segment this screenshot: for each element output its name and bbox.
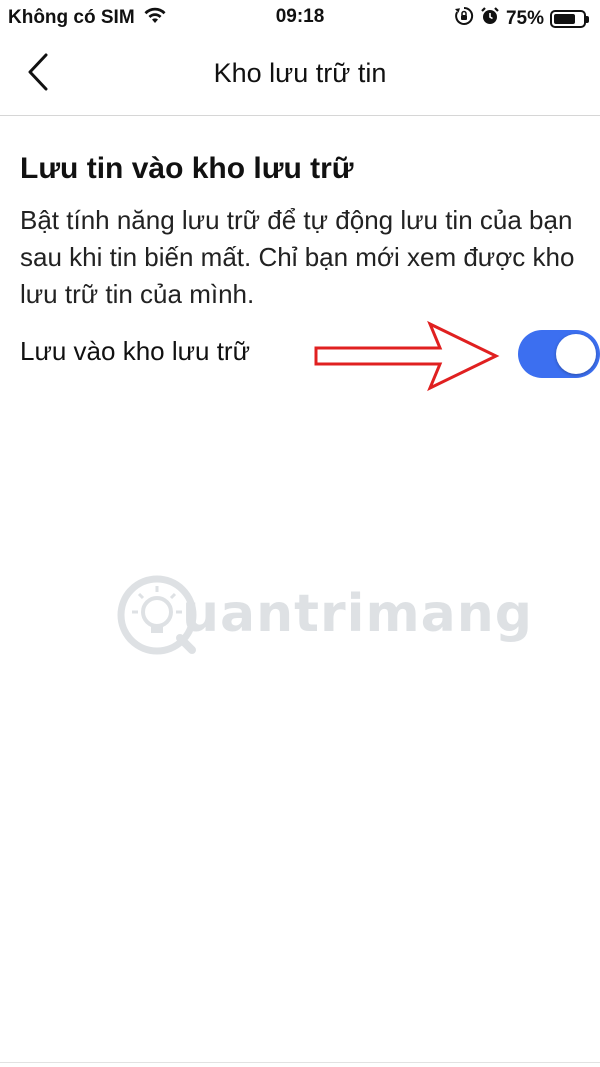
section-description: Bật tính năng lưu trữ để tự động lưu tin… <box>20 205 575 309</box>
save-to-archive-label: Lưu vào kho lưu trữ <box>20 336 250 366</box>
archive-section: Lưu tin vào kho lưu trữ Bật tính năng lư… <box>20 150 580 313</box>
status-bar: Không có SIM 09:18 75% <box>0 0 600 34</box>
screen-rotation-lock-icon <box>454 6 474 32</box>
alarm-icon <box>480 6 500 32</box>
bottom-divider <box>0 1062 600 1063</box>
toggle-knob <box>556 334 596 374</box>
battery-percent: 75% <box>505 8 544 29</box>
status-right: 75% <box>454 6 589 32</box>
watermark-text: uantrimang <box>182 584 533 644</box>
battery-level <box>554 14 575 24</box>
watermark-logo: uantrimang <box>112 570 532 660</box>
battery-icon <box>550 10 589 28</box>
nav-header: Kho lưu trữ tin <box>0 34 600 116</box>
save-to-archive-toggle[interactable] <box>518 330 600 378</box>
page-title: Kho lưu trữ tin <box>213 58 387 88</box>
red-arrow-icon <box>314 320 500 392</box>
section-title: Lưu tin vào kho lưu trữ <box>20 152 354 185</box>
